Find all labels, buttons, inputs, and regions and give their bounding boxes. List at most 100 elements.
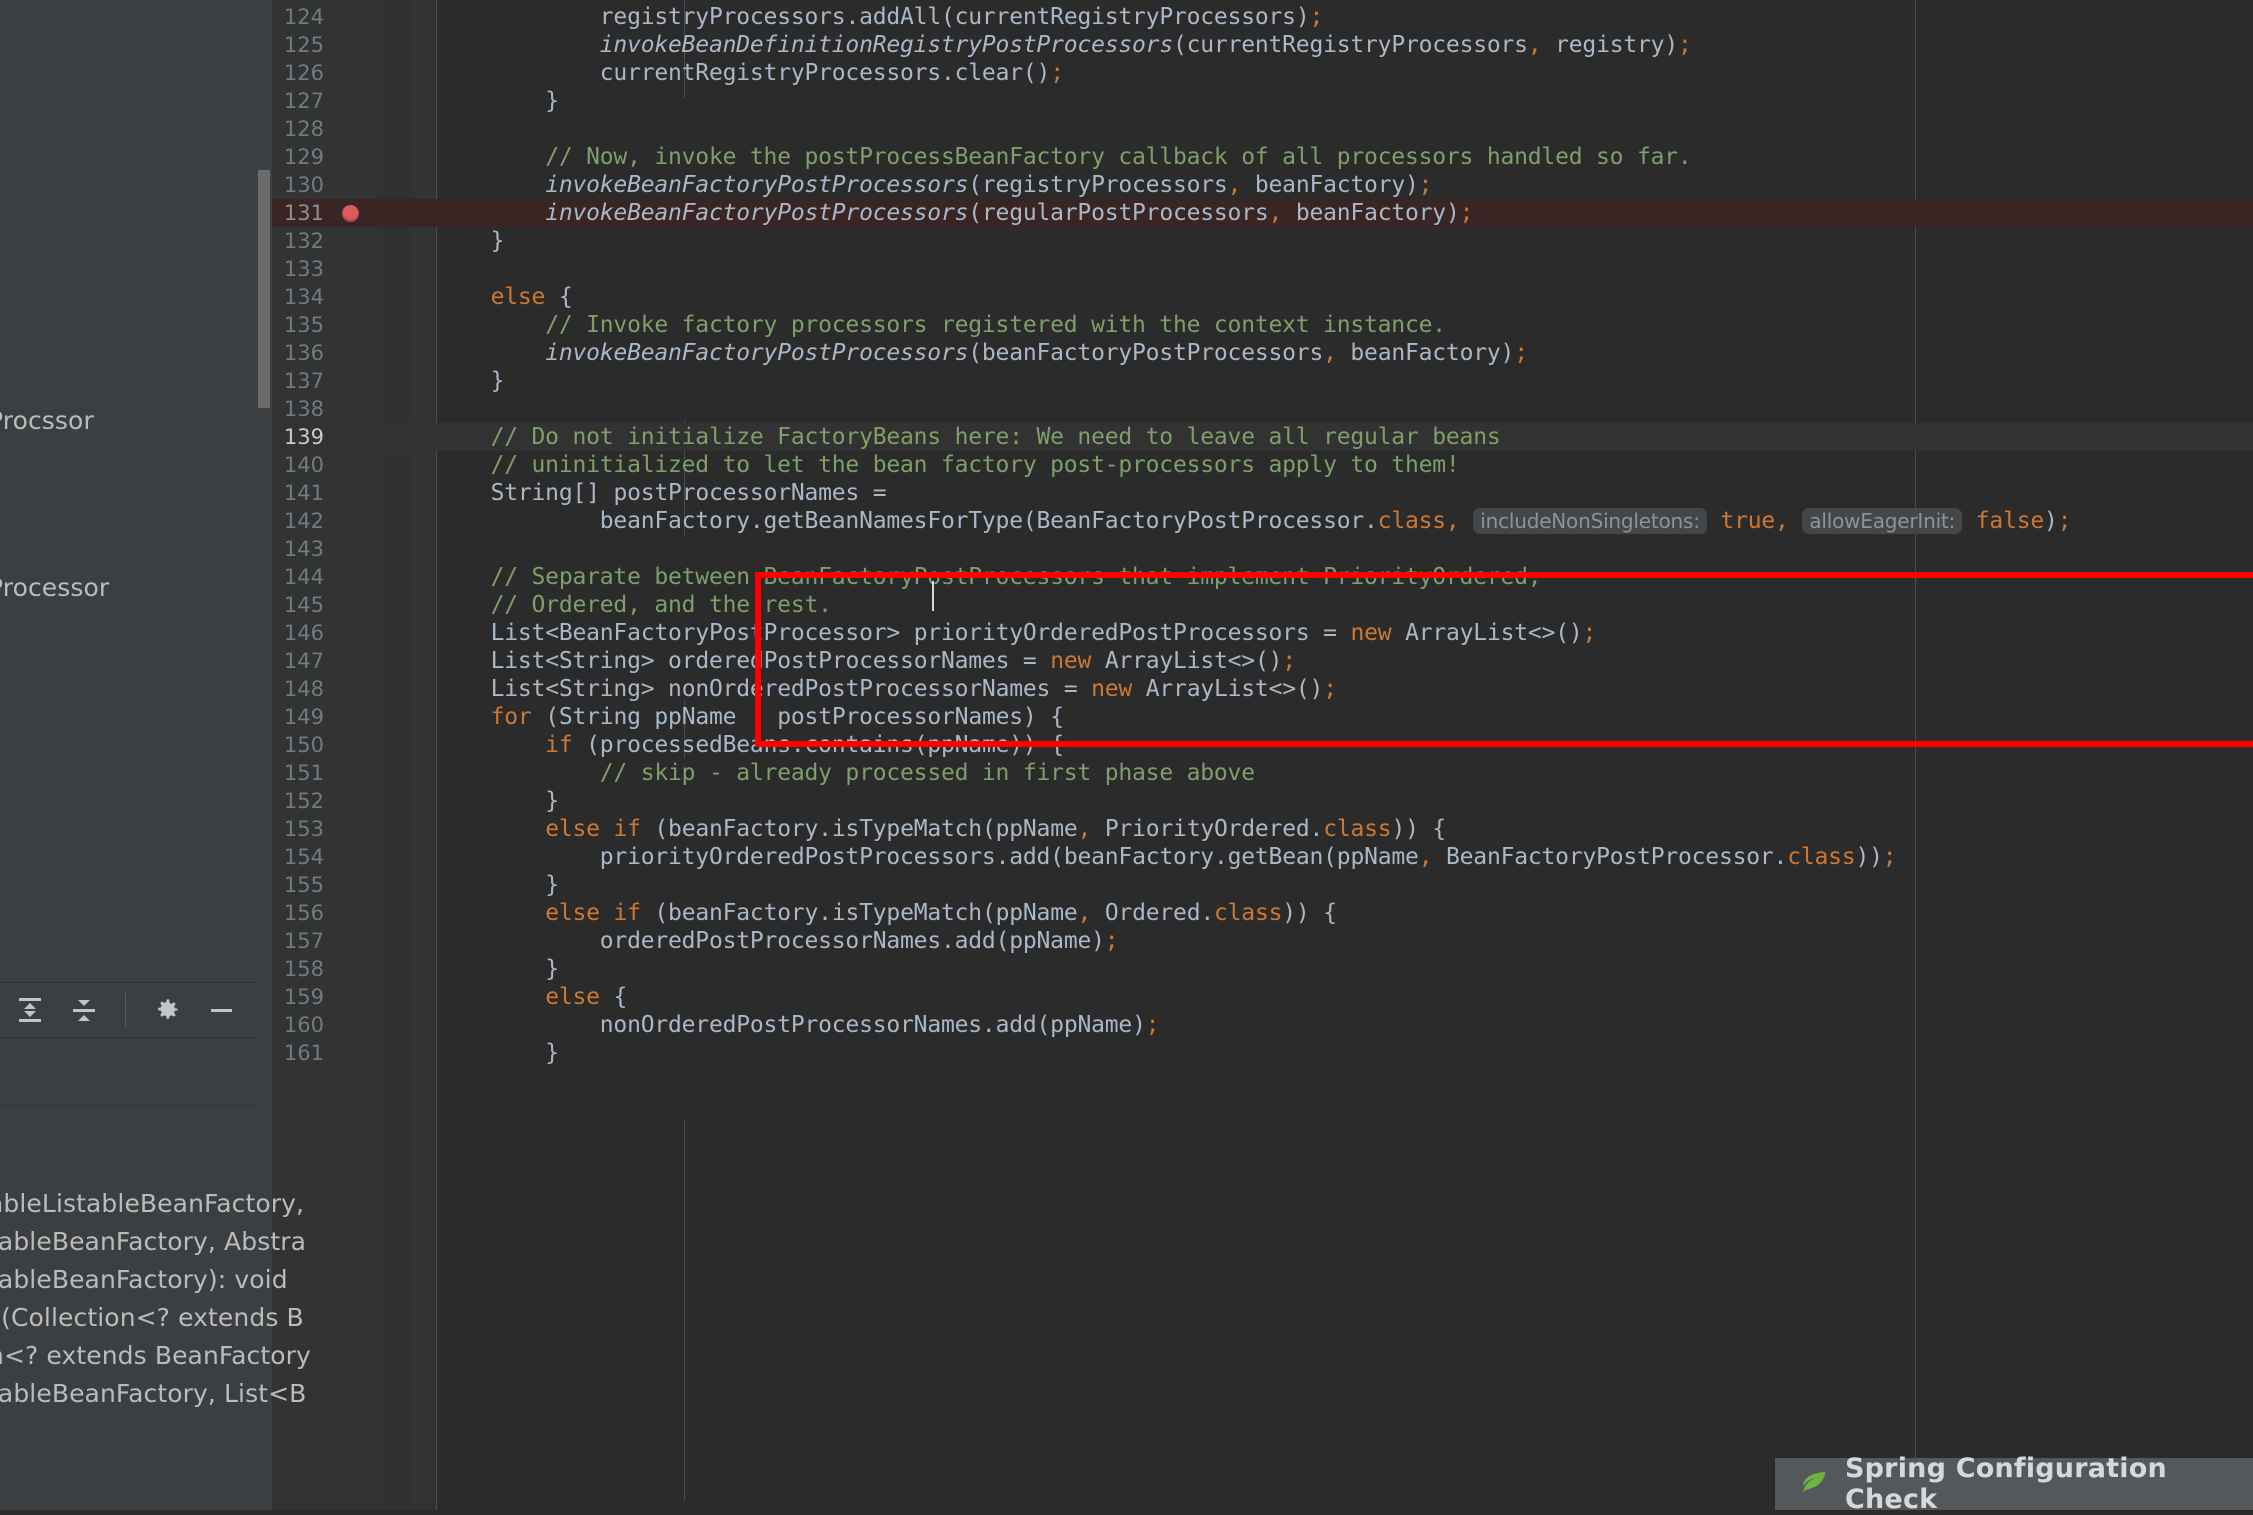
line-number: 155 — [283, 873, 324, 897]
code-line[interactable]: 149 for (String ppName : postProcessorNa… — [272, 703, 2253, 731]
line-number: 125 — [283, 33, 324, 57]
breakpoint-marker[interactable] — [342, 205, 359, 222]
indent-guide — [684, 1120, 685, 1500]
code-text: List<String> nonOrderedPostProcessorName… — [490, 676, 1337, 702]
code-line[interactable]: 148 List<String> nonOrderedPostProcessor… — [272, 675, 2253, 703]
code-line[interactable]: 131 invokeBeanFactoryPostProcessors(regu… — [272, 199, 2253, 227]
line-number: 144 — [283, 565, 324, 589]
code-line[interactable]: 124 registryProcessors.addAll(currentReg… — [272, 3, 2253, 31]
status-badge-label: Spring Configuration Check — [1845, 1453, 2167, 1515]
left-panel-detail-area: ableListableBeanFactory, tableBeanFactor… — [0, 1039, 311, 1510]
status-badge[interactable]: Spring Configuration Check — [1775, 1453, 2253, 1515]
code-text: // uninitialized to let the bean factory… — [490, 452, 1460, 478]
code-line[interactable]: 160 nonOrderedPostProcessorNames.add(ppN… — [272, 1011, 2253, 1039]
code-line[interactable]: 130 invokeBeanFactoryPostProcessors(regi… — [272, 171, 2253, 199]
code-line[interactable]: 127 } — [272, 87, 2253, 115]
line-number: 130 — [283, 173, 324, 197]
code-line[interactable]: 136 invokeBeanFactoryPostProcessors(bean… — [272, 339, 2253, 367]
line-number: 124 — [283, 5, 324, 29]
code-line[interactable]: 153 else if (beanFactory.isTypeMatch(ppN… — [272, 815, 2253, 843]
line-number: 157 — [283, 929, 324, 953]
line-number: 159 — [283, 985, 324, 1009]
hide-window-icon[interactable] — [204, 993, 238, 1027]
code-text: // Separate between BeanFactoryPostProce… — [490, 564, 1542, 590]
code-line[interactable]: 139 // Do not initialize FactoryBeans he… — [272, 423, 2253, 451]
line-number: 126 — [283, 61, 324, 85]
line-number: 139 — [283, 425, 324, 449]
code-line[interactable]: 144 // Separate between BeanFactoryPostP… — [272, 563, 2253, 591]
line-number: 149 — [283, 705, 324, 729]
code-text: } — [490, 228, 505, 254]
detail-line: s(Collection<? extends B — [0, 1303, 304, 1332]
left-panel-toolbar — [0, 982, 256, 1038]
line-number: 156 — [283, 901, 324, 925]
structure-item-label[interactable]: Procssor — [0, 406, 94, 435]
code-text: String[] postProcessorNames = — [490, 480, 887, 506]
code-text: } — [545, 788, 559, 814]
code-line[interactable]: 157 orderedPostProcessorNames.add(ppName… — [272, 927, 2253, 955]
code-line[interactable]: 145 // Ordered, and the rest. — [272, 591, 2253, 619]
line-number: 129 — [283, 145, 324, 169]
left-panel-scrollbar-thumb[interactable] — [258, 170, 270, 408]
code-line[interactable]: 158 } — [272, 955, 2253, 983]
code-text: } — [545, 88, 559, 114]
code-line[interactable]: 142 beanFactory.getBeanNamesForType(Bean… — [272, 507, 2253, 535]
collapse-all-icon[interactable] — [67, 993, 101, 1027]
line-number: 135 — [283, 313, 324, 337]
code-line[interactable]: 126 currentRegistryProcessors.clear(); — [272, 59, 2253, 87]
line-number: 127 — [283, 89, 324, 113]
code-line[interactable]: 159 else { — [272, 983, 2253, 1011]
code-text: orderedPostProcessorNames.add(ppName); — [599, 928, 1119, 954]
code-line[interactable]: 152 } — [272, 787, 2253, 815]
code-text: beanFactory.getBeanNamesForType(BeanFact… — [599, 508, 2072, 534]
code-line[interactable]: 146 List<BeanFactoryPostProcessor> prior… — [272, 619, 2253, 647]
code-line[interactable]: 154 priorityOrderedPostProcessors.add(be… — [272, 843, 2253, 871]
code-text: } — [545, 956, 559, 982]
code-line[interactable]: 133 — [272, 255, 2253, 283]
line-number: 153 — [283, 817, 324, 841]
code-line[interactable]: 137 } — [272, 367, 2253, 395]
code-text: else { — [545, 984, 628, 1010]
code-text: List<BeanFactoryPostProcessor> priorityO… — [490, 620, 1597, 646]
code-text: invokeBeanFactoryPostProcessors(registry… — [545, 172, 1433, 198]
code-line[interactable]: 140 // uninitialized to let the bean fac… — [272, 451, 2253, 479]
line-number: 133 — [283, 257, 324, 281]
code-line[interactable]: 143 — [272, 535, 2253, 563]
detail-line: tableBeanFactory, Abstra — [0, 1227, 307, 1256]
line-number: 158 — [283, 957, 324, 981]
code-line[interactable]: 138 — [272, 395, 2253, 423]
code-text: else { — [490, 284, 573, 310]
code-line[interactable]: 125 invokeBeanDefinitionRegistryPostProc… — [272, 31, 2253, 59]
line-number: 146 — [283, 621, 324, 645]
code-line[interactable]: 156 else if (beanFactory.isTypeMatch(ppN… — [272, 899, 2253, 927]
code-text: else if (beanFactory.isTypeMatch(ppName,… — [545, 900, 1337, 926]
toolbar-separator — [125, 993, 126, 1027]
structure-item-label[interactable]: Processor — [0, 573, 109, 602]
code-line[interactable]: 155 } — [272, 871, 2253, 899]
code-text: // Now, invoke the postProcessBeanFactor… — [545, 144, 1692, 170]
code-line[interactable]: 147 List<String> orderedPostProcessorNam… — [272, 647, 2253, 675]
code-text: priorityOrderedPostProcessors.add(beanFa… — [599, 844, 1897, 870]
code-line[interactable]: 134 else { — [272, 283, 2253, 311]
code-line[interactable]: 128 — [272, 115, 2253, 143]
code-text: // Ordered, and the rest. — [490, 592, 832, 618]
code-line[interactable]: 151 // skip - already processed in first… — [272, 759, 2253, 787]
code-line[interactable]: 135 // Invoke factory processors registe… — [272, 311, 2253, 339]
gear-icon[interactable] — [150, 993, 184, 1027]
left-panel-scrollbar-track[interactable] — [256, 0, 272, 1045]
code-line[interactable]: 132 } — [272, 227, 2253, 255]
code-line[interactable]: 150 if (processedBeans.contains(ppName))… — [272, 731, 2253, 759]
line-number: 151 — [283, 761, 324, 785]
code-editor[interactable]: 124 registryProcessors.addAll(currentReg… — [272, 0, 2253, 1510]
line-number: 154 — [283, 845, 324, 869]
detail-line: n<? extends BeanFactory — [0, 1341, 311, 1370]
code-text: } — [545, 1040, 559, 1066]
expand-all-icon[interactable] — [13, 993, 47, 1027]
code-line[interactable]: 129 // Now, invoke the postProcessBeanFa… — [272, 143, 2253, 171]
code-line[interactable]: 141 String[] postProcessorNames = — [272, 479, 2253, 507]
code-text: } — [490, 368, 505, 394]
line-number: 148 — [283, 677, 324, 701]
code-text: // skip - already processed in first pha… — [599, 760, 1255, 786]
line-number: 143 — [283, 537, 324, 561]
code-line[interactable]: 161 } — [272, 1039, 2253, 1067]
